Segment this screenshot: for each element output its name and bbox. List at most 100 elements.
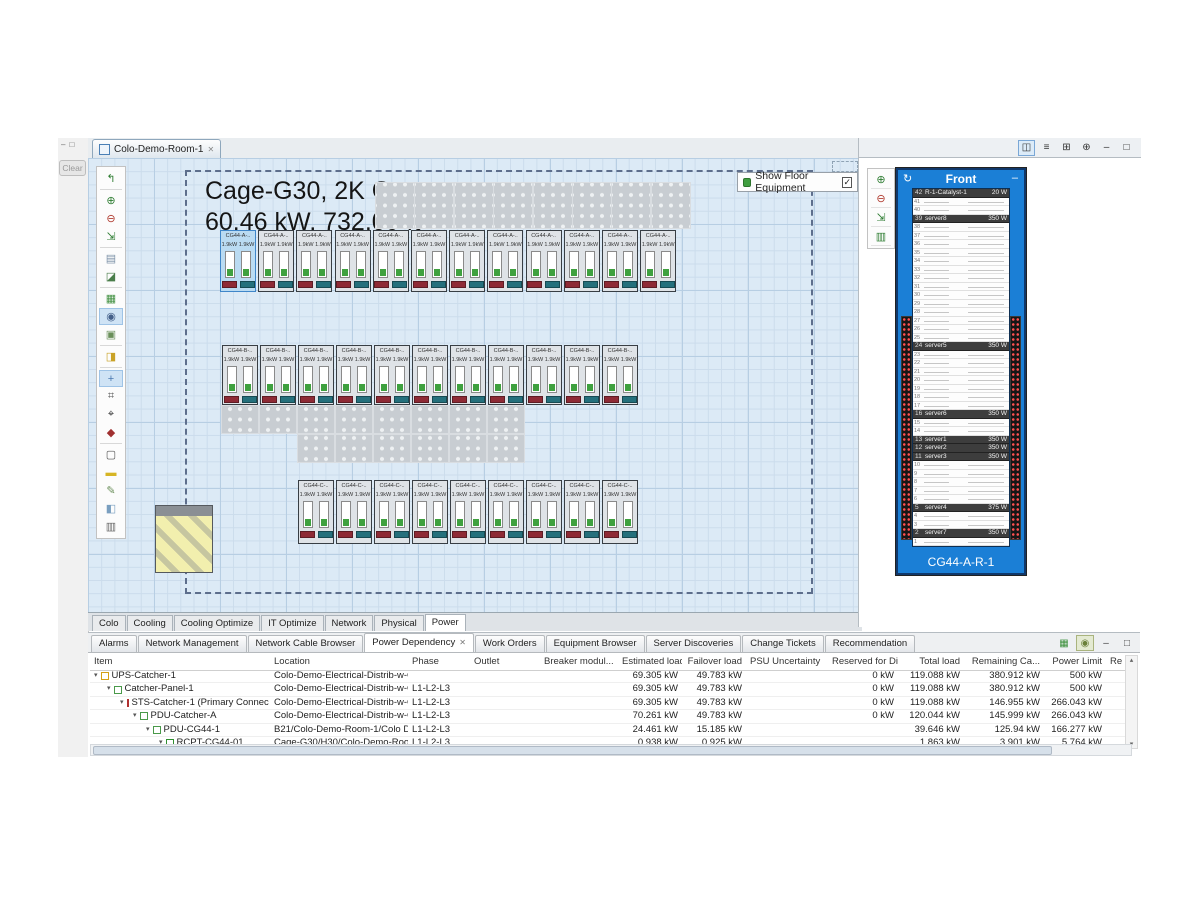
export-icon[interactable]: ◪ (99, 268, 123, 285)
floor-rack[interactable]: CG44-A-..1.9kW 1.9kW (526, 230, 562, 292)
table-row[interactable]: ▾PDU-Catcher-AColo-Demo-Electrical-Distr… (90, 710, 1126, 723)
rack-unit-slot[interactable]: 7 (913, 487, 1009, 496)
floor-rack[interactable]: CG44-B-..1.9kW 1.9kW (564, 345, 600, 405)
minimize-icon[interactable]: – (1098, 140, 1115, 156)
floor-rack[interactable]: CG44-C-..1.9kW 1.9kW (298, 480, 334, 544)
view-tab-it-optimize[interactable]: IT Optimize (261, 615, 323, 631)
image-icon[interactable]: ▣ (99, 326, 123, 343)
column-header[interactable]: Failover load (682, 655, 746, 670)
rack-unit-slot[interactable]: 14 (913, 427, 1009, 436)
floor-rack[interactable]: CG44-B-..1.9kW 1.9kW (222, 345, 258, 405)
rack-unit-slot[interactable]: 6 (913, 495, 1009, 504)
rack-elevation[interactable]: ↻ Front – 42R-1-Catalyst-120 W414039serv… (896, 168, 1026, 575)
rack-equipment-slot[interactable]: 42R-1-Catalyst-120 W (913, 189, 1009, 198)
rack-unit-slot[interactable]: 23 (913, 351, 1009, 360)
scrollbar-thumb[interactable] (93, 746, 1052, 755)
perforated-tile[interactable] (533, 182, 573, 229)
rack-unit-slot[interactable]: 38 (913, 223, 1009, 232)
rack-unit-slot[interactable]: 25 (913, 334, 1009, 343)
floorplan-canvas[interactable]: Cage-G30, 2K Games 60.46 kW, 732.09 ft² … (88, 158, 858, 612)
column-header[interactable]: Re (1106, 655, 1126, 670)
floor-rack[interactable]: CG44-A-..1.9kW 1.9kW (335, 230, 371, 292)
perforated-tile[interactable] (572, 182, 612, 229)
close-tab-icon[interactable]: ✕ (459, 634, 466, 652)
view-tab-physical[interactable]: Physical (374, 615, 423, 631)
restore-icon[interactable]: □ (69, 140, 74, 149)
lock-icon[interactable]: ◨ (99, 348, 123, 365)
editor-tab-colo-demo-room-1[interactable]: Colo-Demo-Room-1 ✕ (92, 139, 221, 158)
expander-handle-icon[interactable] (832, 161, 858, 172)
perforated-tile[interactable] (297, 434, 335, 463)
column-header[interactable]: Outlet (470, 655, 540, 670)
minimize-icon[interactable]: – (1097, 635, 1115, 651)
table-row[interactable]: ▾UPS-Catcher-1Colo-Demo-Electrical-Distr… (90, 670, 1126, 683)
perforated-tile[interactable] (335, 405, 373, 434)
tile-fill-icon[interactable]: ▬ (99, 464, 123, 481)
floor-rack[interactable]: CG44-A-..1.9kW 1.9kW (449, 230, 485, 292)
tree-expand-icon[interactable]: ▾ (107, 683, 111, 695)
rack-unit-slot[interactable]: 32 (913, 274, 1009, 283)
rack-equipment-slot[interactable]: 39server8350 W (913, 215, 1009, 224)
floor-rack[interactable]: CG44-A-..1.9kW 1.9kW (411, 230, 447, 292)
floor-rack[interactable]: CG44-A-..1.9kW 1.9kW (564, 230, 600, 292)
panel-tab-network-cable-browser[interactable]: Network Cable Browser (248, 635, 364, 652)
perforated-tile[interactable] (373, 434, 411, 463)
panel-tab-equipment-browser[interactable]: Equipment Browser (546, 635, 645, 652)
floor-rack[interactable]: CG44-B-..1.9kW 1.9kW (450, 345, 486, 405)
column-header[interactable]: Power Limit (1044, 655, 1106, 670)
perforated-tile[interactable] (335, 434, 373, 463)
rack-equipment-slot[interactable]: 11server3350 W (913, 453, 1009, 462)
pencil-icon[interactable]: ✎ (99, 482, 123, 499)
checkbox-checked-icon[interactable]: ✓ (842, 177, 852, 188)
floor-rack[interactable]: CG44-A-..1.9kW 1.9kW (373, 230, 409, 292)
table-row[interactable]: ▾PDU-CG44-1B21/Colo-Demo-Room-1/Colo De.… (90, 724, 1126, 737)
close-tab-icon[interactable]: ✕ (207, 145, 214, 154)
zoom-out-icon[interactable]: ⊖ (99, 210, 123, 227)
zoom-fit-icon[interactable]: ⇲ (99, 228, 123, 245)
list-icon[interactable]: ▥ (99, 518, 123, 535)
unit-view-icon[interactable]: ▥ (871, 228, 891, 246)
floor-rack[interactable]: CG44-C-..1.9kW 1.9kW (450, 480, 486, 544)
floor-rack[interactable]: CG44-C-..1.9kW 1.9kW (412, 480, 448, 544)
rack-unit-slot[interactable]: 1 (913, 538, 1009, 547)
panel-tab-alarms[interactable]: Alarms (91, 635, 137, 652)
perforated-tile[interactable] (411, 405, 449, 434)
rack-unit-slot[interactable]: 3 (913, 521, 1009, 530)
paint-icon[interactable]: ◆ (99, 424, 123, 441)
perforated-tile[interactable] (651, 182, 691, 229)
move-icon[interactable]: + (99, 370, 123, 387)
floor-rack[interactable]: CG44-C-..1.9kW 1.9kW (564, 480, 600, 544)
column-header[interactable]: Total load (898, 655, 964, 670)
hierarchy-icon[interactable]: ⊞ (1058, 140, 1075, 156)
add-tile-icon[interactable]: ▢ (99, 446, 123, 463)
layout-rows-icon[interactable]: ▦ (99, 290, 123, 307)
rack-unit-slot[interactable]: 26 (913, 325, 1009, 334)
floor-rack[interactable]: CG44-B-..1.9kW 1.9kW (412, 345, 448, 405)
show-floor-equipment-toggle[interactable]: Show Floor Equipment ✓ (737, 172, 858, 192)
perforated-tile[interactable] (373, 405, 411, 434)
perforated-tile[interactable] (259, 405, 297, 434)
floor-rack[interactable]: CG44-B-..1.9kW 1.9kW (526, 345, 562, 405)
column-header[interactable]: Item (90, 655, 270, 670)
rack-unit-slot[interactable]: 29 (913, 300, 1009, 309)
rack-unit-slot[interactable]: 37 (913, 232, 1009, 241)
floor-rack[interactable]: CG44-C-..1.9kW 1.9kW (602, 480, 638, 544)
note-icon[interactable]: ◧ (99, 500, 123, 517)
print-icon[interactable]: ▤ (99, 250, 123, 267)
rack-unit-slot[interactable]: 18 (913, 393, 1009, 402)
floor-rack[interactable]: CG44-A-..1.9kW 1.9kW (602, 230, 638, 292)
cooling-unit[interactable] (155, 505, 213, 573)
maximize-icon[interactable]: □ (1118, 635, 1136, 651)
perforated-tile[interactable] (411, 434, 449, 463)
table-row[interactable]: ▾Catcher-Panel-1Colo-Demo-Electrical-Dis… (90, 683, 1126, 696)
panel-tab-network-management[interactable]: Network Management (138, 635, 247, 652)
pan-icon[interactable]: ↰ (99, 170, 123, 187)
perforated-tile[interactable] (611, 182, 651, 229)
floor-rack[interactable]: CG44-A-..1.9kW 1.9kW (220, 230, 256, 292)
view-tab-power[interactable]: Power (425, 614, 466, 631)
panel-tab-recommendation[interactable]: Recommendation (825, 635, 915, 652)
floor-rack[interactable]: CG44-A-..1.9kW 1.9kW (296, 230, 332, 292)
sync-icon[interactable]: ◉ (99, 308, 123, 325)
column-header[interactable]: Phase (408, 655, 470, 670)
menu-icon[interactable]: ≡ (1038, 140, 1055, 156)
